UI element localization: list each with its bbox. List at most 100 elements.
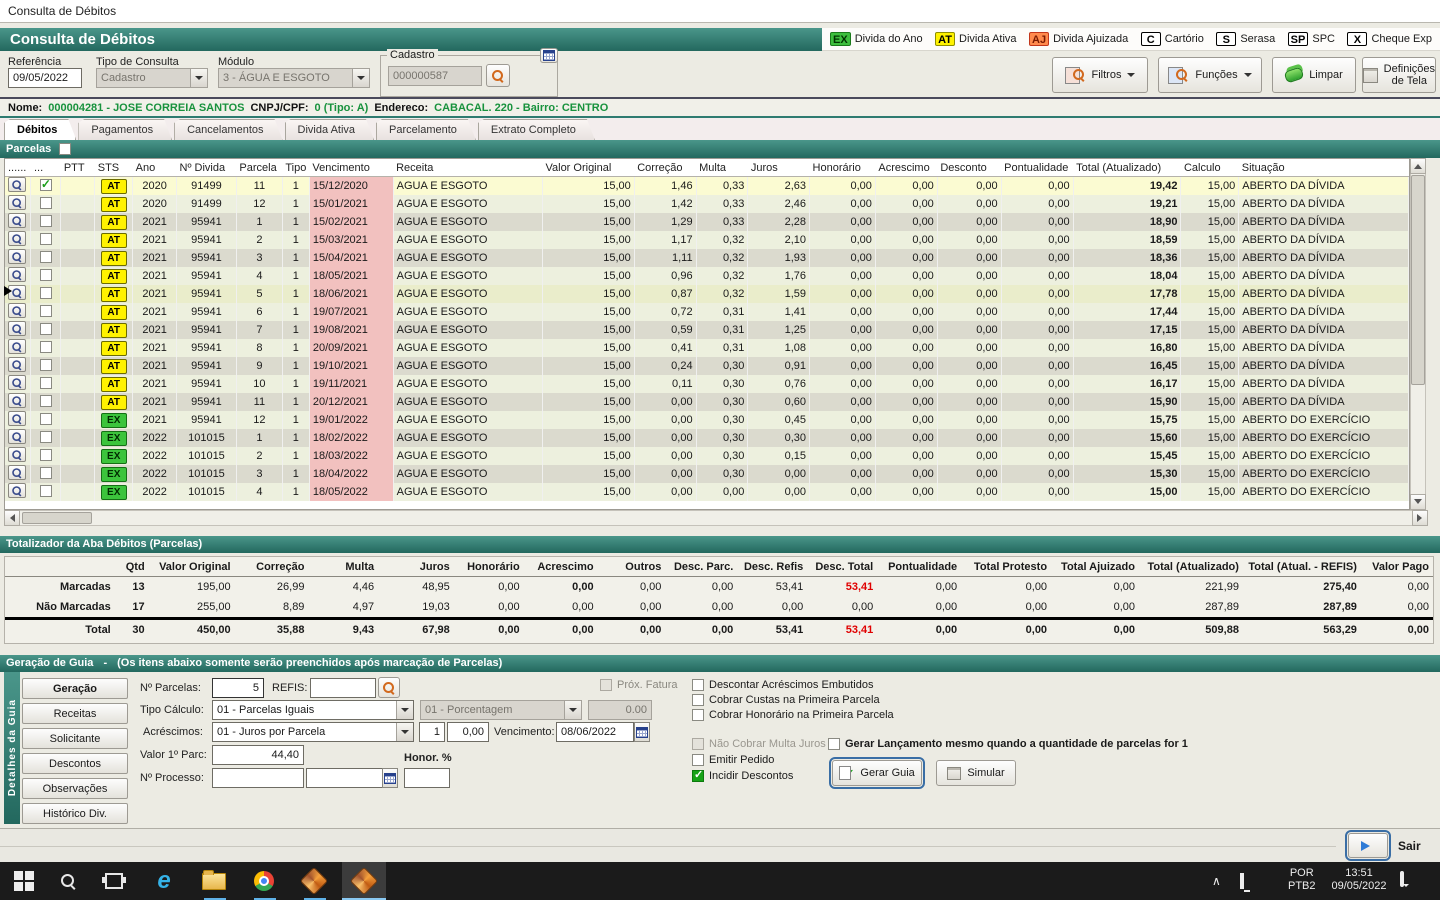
row-detail-button[interactable] — [8, 465, 26, 481]
cadastro-input[interactable]: 000000587 — [388, 66, 482, 86]
row-detail-button[interactable] — [8, 231, 26, 247]
guia-side-button-solicitante[interactable]: Solicitante — [22, 728, 128, 749]
valor-parc-input[interactable]: 44,40 — [212, 745, 304, 765]
table-row[interactable]: AT 2021 95941 4 1 18/05/2021 AGUA E ESGOTO 15,0… — [5, 267, 1409, 285]
row-checkbox[interactable] — [39, 232, 52, 245]
table-row[interactable]: AT 2020 91499 12 1 15/01/2021 AGUA E ESGOTO 15,… — [5, 195, 1409, 213]
taskbar-app2-button[interactable] — [349, 866, 379, 896]
table-row[interactable]: EX 2021 95941 12 1 19/01/2022 AGUA E ESGOTO 15,… — [5, 411, 1409, 429]
simular-button[interactable]: Simular — [936, 760, 1016, 786]
row-detail-button[interactable] — [8, 357, 26, 373]
processo-input[interactable] — [212, 768, 304, 788]
cadastro-search-button[interactable] — [486, 64, 510, 87]
guia-checkbox-0[interactable]: Descontar Acréscimos Embutidos — [692, 679, 873, 691]
vertical-scrollbar[interactable] — [1410, 158, 1426, 510]
taskbar-explorer-button[interactable] — [202, 869, 226, 893]
row-checkbox[interactable] — [39, 340, 52, 353]
tab-divida-ativa[interactable]: Divida Ativa — [285, 119, 374, 140]
row-checkbox[interactable] — [39, 214, 52, 227]
table-row[interactable]: EX 2022 101015 4 1 18/05/2022 AGUA E ESGOTO 15,… — [5, 483, 1409, 501]
tab-débitos[interactable]: Débitos — [4, 119, 76, 140]
processo-calendar-button[interactable] — [382, 768, 398, 788]
table-row[interactable]: AT 2021 95941 9 1 19/10/2021 AGUA E ESGOTO 15,0… — [5, 357, 1409, 375]
table-row[interactable]: AT 2021 95941 11 1 20/12/2021 AGUA E ESGOTO 15,… — [5, 393, 1409, 411]
table-row[interactable]: AT 2021 95941 7 1 19/08/2021 AGUA E ESGOTO 15,0… — [5, 321, 1409, 339]
horizontal-scroll-thumb[interactable] — [22, 512, 92, 524]
cadastro-list-button[interactable] — [540, 48, 558, 63]
scroll-left-button[interactable] — [4, 510, 20, 526]
guia-side-button-receitas[interactable]: Receitas — [22, 703, 128, 724]
guia-checkbox-3[interactable]: Não Cobrar Multa Juros — [692, 738, 826, 750]
acrescimos-valor-input[interactable]: 0,00 — [447, 722, 489, 742]
row-checkbox[interactable] — [39, 376, 52, 389]
table-row[interactable]: AT 2021 95941 10 1 19/11/2021 AGUA E ESGOTO 15,… — [5, 375, 1409, 393]
scroll-down-button[interactable] — [1410, 494, 1426, 510]
table-row[interactable]: AT 2021 95941 2 1 15/03/2021 AGUA E ESGOTO 15,0… — [5, 231, 1409, 249]
row-detail-button[interactable] — [8, 375, 26, 391]
row-detail-button[interactable] — [8, 429, 26, 445]
row-detail-button[interactable] — [8, 213, 26, 229]
guia-checkbox-5[interactable]: Emitir Pedido — [692, 754, 774, 766]
table-row[interactable]: AT 2021 95941 1 1 15/02/2021 AGUA E ESGOTO 15,0… — [5, 213, 1409, 231]
table-row[interactable]: AT 2021 95941 6 1 19/07/2021 AGUA E ESGOTO 15,0… — [5, 303, 1409, 321]
tab-cancelamentos[interactable]: Cancelamentos — [174, 119, 282, 140]
table-row[interactable]: EX 2022 101015 2 1 18/03/2022 AGUA E ESGOTO 15,… — [5, 447, 1409, 465]
tab-parcelamento[interactable]: Parcelamento — [376, 119, 476, 140]
filtros-button[interactable]: Filtros — [1052, 57, 1148, 93]
row-checkbox[interactable] — [39, 466, 52, 479]
scroll-right-button[interactable] — [1412, 510, 1428, 526]
tray-chevron-icon[interactable]: ∧ — [1212, 874, 1221, 888]
guia-checkbox-1[interactable]: Cobrar Custas na Primeira Parcela — [692, 694, 880, 706]
tipo-calculo-select[interactable]: 01 - Parcelas Iguais — [212, 700, 414, 720]
horizontal-scrollbar[interactable] — [4, 510, 1428, 526]
vencimento-input[interactable]: 08/06/2022 — [556, 722, 634, 742]
row-detail-button[interactable] — [8, 393, 26, 409]
n-parcelas-input[interactable]: 5 — [212, 678, 264, 698]
porcentagem-select[interactable]: 01 - Porcentagem — [420, 700, 582, 720]
row-detail-button[interactable] — [8, 303, 26, 319]
table-row[interactable]: EX 2022 101015 3 1 18/04/2022 AGUA E ESGOTO 15,… — [5, 465, 1409, 483]
scroll-up-button[interactable] — [1410, 158, 1426, 174]
modulo-select[interactable]: 3 - ÁGUA E ESGOTO — [218, 68, 370, 88]
row-detail-button[interactable] — [8, 339, 26, 355]
guia-checkbox-6[interactable]: Incidir Descontos — [692, 768, 793, 782]
tab-pagamentos[interactable]: Pagamentos — [78, 119, 172, 140]
vencimento-calendar-button[interactable] — [634, 722, 650, 742]
notification-center-icon[interactable] — [1400, 871, 1404, 887]
prox-fatura-checkbox[interactable]: Próx. Fatura — [600, 679, 678, 691]
taskbar-chrome-button[interactable] — [252, 869, 276, 893]
referencia-input[interactable]: 09/05/2022 — [8, 68, 82, 88]
row-checkbox[interactable] — [39, 268, 52, 281]
row-checkbox[interactable] — [39, 286, 52, 299]
row-checkbox[interactable] — [39, 448, 52, 461]
honor-input[interactable] — [404, 768, 450, 788]
acrescimos-select[interactable]: 01 - Juros por Parcela — [212, 722, 414, 742]
row-detail-button[interactable] — [8, 177, 26, 193]
taskbar-app1-button[interactable] — [299, 866, 329, 896]
taskbar-search-button[interactable] — [56, 869, 80, 893]
funcoes-button[interactable]: Funções — [1158, 57, 1262, 93]
tab-extrato-completo[interactable]: Extrato Completo — [478, 119, 595, 140]
row-checkbox[interactable] — [39, 430, 52, 443]
guia-side-button-descontos[interactable]: Descontos — [22, 753, 128, 774]
row-detail-button[interactable] — [8, 267, 26, 283]
row-checkbox[interactable] — [39, 322, 52, 335]
network-icon[interactable] — [1240, 873, 1244, 889]
table-row[interactable]: AT 2021 95941 3 1 15/04/2021 AGUA E ESGOTO 15,0… — [5, 249, 1409, 267]
row-checkbox[interactable] — [39, 394, 52, 407]
row-checkbox[interactable] — [39, 196, 52, 209]
porcentagem-valor-input[interactable]: 0.00 — [588, 700, 652, 720]
row-detail-button[interactable] — [8, 447, 26, 463]
guia-checkbox-2[interactable]: Cobrar Honorário na Primeira Parcela — [692, 709, 894, 721]
row-checkbox[interactable] — [39, 358, 52, 371]
parcelas-checkbox[interactable] — [59, 143, 72, 155]
clock[interactable]: 13:51 09/05/2022 — [1326, 867, 1392, 893]
row-detail-button[interactable] — [8, 195, 26, 211]
table-row[interactable]: AT 2021 95941 8 1 20/09/2021 AGUA E ESGOTO 15,0… — [5, 339, 1409, 357]
row-detail-button[interactable] — [8, 249, 26, 265]
row-checkbox[interactable] — [39, 177, 52, 191]
limpar-button[interactable]: Limpar — [1272, 57, 1356, 93]
table-row[interactable]: EX 2022 101015 1 1 18/02/2022 AGUA E ESGOTO 15,… — [5, 429, 1409, 447]
tipo-consulta-select[interactable]: Cadastro — [96, 68, 208, 88]
vertical-scroll-thumb[interactable] — [1411, 175, 1425, 385]
